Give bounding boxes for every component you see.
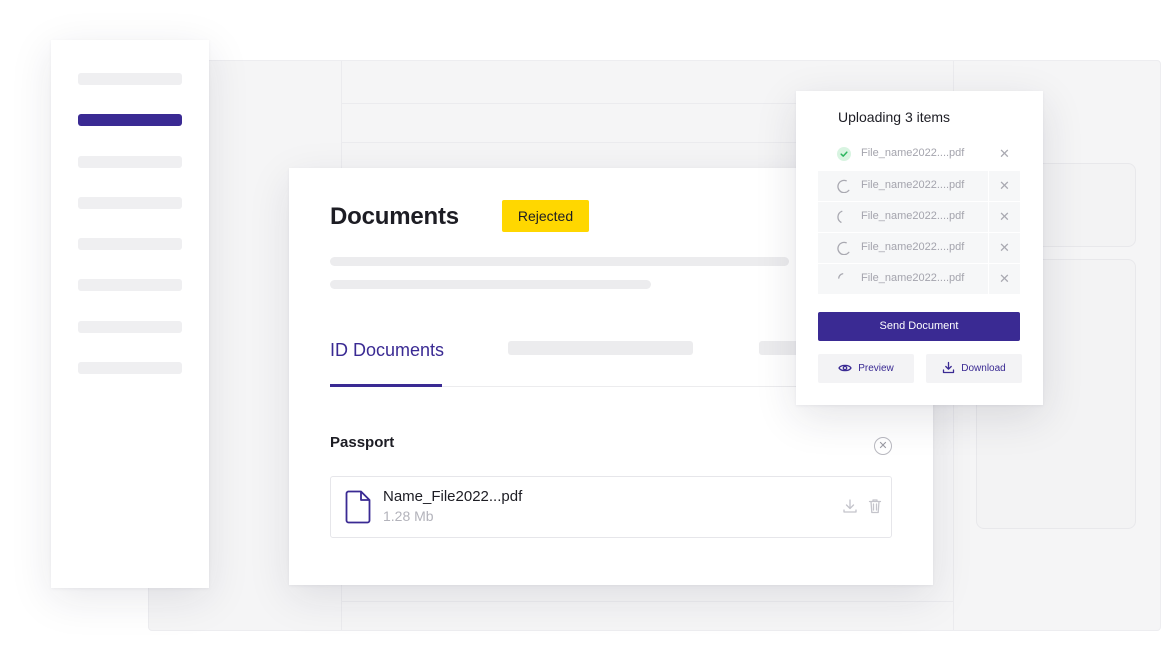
spinner-icon xyxy=(837,210,843,223)
upload-item: File_name2022....pdf ✕ xyxy=(818,139,1020,169)
download-button[interactable]: Download xyxy=(926,354,1022,383)
sidebar-item[interactable] xyxy=(78,73,182,85)
sidebar-item[interactable] xyxy=(78,238,182,250)
upload-item: File_name2022....pdf ✕ xyxy=(818,233,1020,263)
download-icon xyxy=(943,361,955,374)
cancel-upload-icon[interactable]: ✕ xyxy=(988,233,1020,263)
preview-label: Preview xyxy=(858,363,894,374)
upload-item-name: File_name2022....pdf xyxy=(861,179,965,191)
text-placeholder xyxy=(330,257,789,266)
upload-item-name: File_name2022....pdf xyxy=(861,147,965,159)
download-icon[interactable] xyxy=(841,497,859,515)
sidebar-item[interactable] xyxy=(78,362,182,374)
status-badge: Rejected xyxy=(502,200,589,232)
sidebar-item-active[interactable] xyxy=(78,114,182,126)
tab-id-documents[interactable]: ID Documents xyxy=(330,340,444,361)
background-divider xyxy=(341,601,953,602)
upload-item-name: File_name2022....pdf xyxy=(861,210,965,222)
upload-item-name: File_name2022....pdf xyxy=(861,272,965,284)
sidebar-item[interactable] xyxy=(78,279,182,291)
preview-button[interactable]: Preview xyxy=(818,354,914,383)
sidebar-item[interactable] xyxy=(78,321,182,333)
cancel-upload-icon[interactable]: ✕ xyxy=(988,264,1020,294)
cancel-upload-icon[interactable]: ✕ xyxy=(988,202,1020,232)
upload-item: File_name2022....pdf ✕ xyxy=(818,202,1020,232)
send-document-button[interactable]: Send Document xyxy=(818,312,1020,341)
spinner-icon xyxy=(837,179,850,193)
remove-section-icon[interactable]: ✕ xyxy=(874,437,892,455)
section-title-passport: Passport xyxy=(330,434,395,451)
upload-item-name: File_name2022....pdf xyxy=(861,241,965,253)
tab-placeholder[interactable] xyxy=(508,341,693,355)
tab-placeholder[interactable] xyxy=(759,341,799,355)
check-icon xyxy=(837,147,851,161)
cancel-upload-icon[interactable]: ✕ xyxy=(988,171,1020,201)
file-icon xyxy=(345,490,371,524)
eye-icon xyxy=(838,364,852,371)
download-label: Download xyxy=(961,363,1006,374)
sidebar-item[interactable] xyxy=(78,156,182,168)
sidebar-item[interactable] xyxy=(78,197,182,209)
sidebar xyxy=(51,40,209,588)
tab-active-indicator xyxy=(330,384,442,387)
upload-panel: Uploading 3 items File_name2022....pdf ✕… xyxy=(796,91,1043,405)
page-title: Documents xyxy=(330,203,459,230)
spinner-icon xyxy=(837,241,850,255)
text-placeholder xyxy=(330,280,651,289)
file-size: 1.28 Mb xyxy=(383,508,434,524)
file-name: Name_File2022...pdf xyxy=(383,488,523,505)
cancel-upload-icon[interactable]: ✕ xyxy=(988,139,1020,169)
upload-item: File_name2022....pdf ✕ xyxy=(818,171,1020,201)
spinner-icon xyxy=(838,273,844,279)
file-row[interactable]: Name_File2022...pdf 1.28 Mb xyxy=(330,476,892,538)
upload-item: File_name2022....pdf ✕ xyxy=(818,264,1020,294)
upload-title: Uploading 3 items xyxy=(838,109,951,125)
trash-icon[interactable] xyxy=(866,497,884,515)
